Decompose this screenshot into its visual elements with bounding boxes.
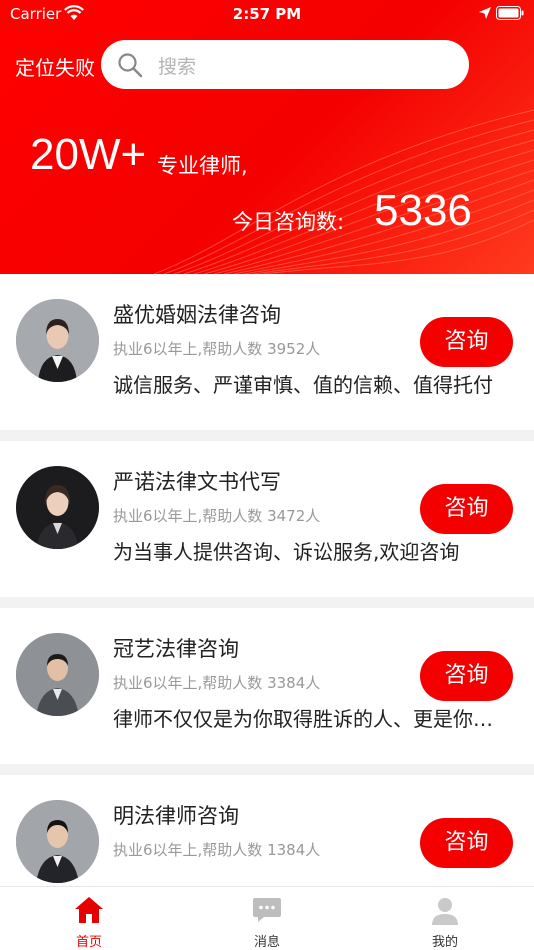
home-icon [75, 897, 103, 923]
consult-button[interactable]: 咨询 [420, 317, 513, 367]
tab-label: 我的 [431, 935, 458, 950]
lawyer-portrait-icon [16, 633, 99, 716]
lawyer-portrait-icon [16, 466, 99, 549]
lawyer-card[interactable]: 严诺法律文书代写 执业6以年上,帮助人数 3472人 为当事人提供咨询、诉讼服务… [0, 441, 534, 597]
today-consult-count: 5336 [374, 186, 472, 235]
header-banner: Carrier 2:57 PM 定位失败 搜索 20W+ 专业律师, 今日咨询数… [0, 0, 534, 274]
search-input[interactable]: 搜索 [101, 40, 469, 89]
search-placeholder: 搜索 [158, 56, 197, 78]
lawyer-description: 律师不仅仅是为你取得胜诉的人、更是你的朋友 [113, 707, 503, 731]
today-consult-label: 今日咨询数: [232, 210, 345, 234]
tab-label: 首页 [75, 935, 102, 950]
bottom-tab-bar: 首页 消息 我的 [0, 886, 534, 950]
tab-profile[interactable]: 我的 [356, 887, 534, 950]
consult-button[interactable]: 咨询 [420, 484, 513, 534]
status-time: 2:57 PM [232, 5, 302, 23]
lawyer-card[interactable]: 冠艺法律咨询 执业6以年上,帮助人数 3384人 律师不仅仅是为你取得胜诉的人、… [0, 608, 534, 764]
lawyer-experience: 执业6以年上,帮助人数 1384人 [113, 841, 321, 859]
lawyer-count-headline: 20W+ [30, 130, 147, 179]
decorative-wave-lines [154, 109, 534, 274]
lawyer-card[interactable]: 盛优婚姻法律咨询 执业6以年上,帮助人数 3952人 诚信服务、严谨审慎、值的信… [0, 274, 534, 430]
tab-label: 消息 [253, 935, 280, 950]
consult-button[interactable]: 咨询 [420, 818, 513, 868]
message-icon [253, 898, 281, 922]
avatar [16, 800, 99, 883]
lawyer-description: 为当事人提供咨询、诉讼服务,欢迎咨询 [113, 540, 460, 564]
lawyer-name: 冠艺法律咨询 [113, 637, 239, 661]
lawyer-count-caption: 专业律师, [157, 154, 248, 178]
lawyer-portrait-icon [16, 800, 99, 883]
tab-messages[interactable]: 消息 [178, 887, 356, 950]
avatar [16, 633, 99, 716]
location-button[interactable]: 定位失败 [15, 52, 95, 81]
status-bar: Carrier 2:57 PM [0, 0, 534, 28]
search-icon [118, 53, 143, 78]
consult-button[interactable]: 咨询 [420, 651, 513, 701]
location-arrow-icon [479, 7, 491, 19]
user-icon [432, 898, 458, 925]
avatar [16, 466, 99, 549]
lawyer-portrait-icon [16, 299, 99, 382]
lawyer-experience: 执业6以年上,帮助人数 3952人 [113, 340, 321, 358]
tab-home[interactable]: 首页 [0, 887, 178, 950]
lawyer-name: 盛优婚姻法律咨询 [113, 303, 281, 327]
lawyer-name: 明法律师咨询 [113, 804, 239, 828]
lawyer-description: 诚信服务、严谨审慎、值的信赖、值得托付 [113, 373, 493, 397]
avatar [16, 299, 99, 382]
lawyer-name: 严诺法律文书代写 [113, 470, 281, 494]
lawyer-experience: 执业6以年上,帮助人数 3384人 [113, 674, 321, 692]
lawyer-experience: 执业6以年上,帮助人数 3472人 [113, 507, 321, 525]
battery-icon [496, 6, 524, 20]
